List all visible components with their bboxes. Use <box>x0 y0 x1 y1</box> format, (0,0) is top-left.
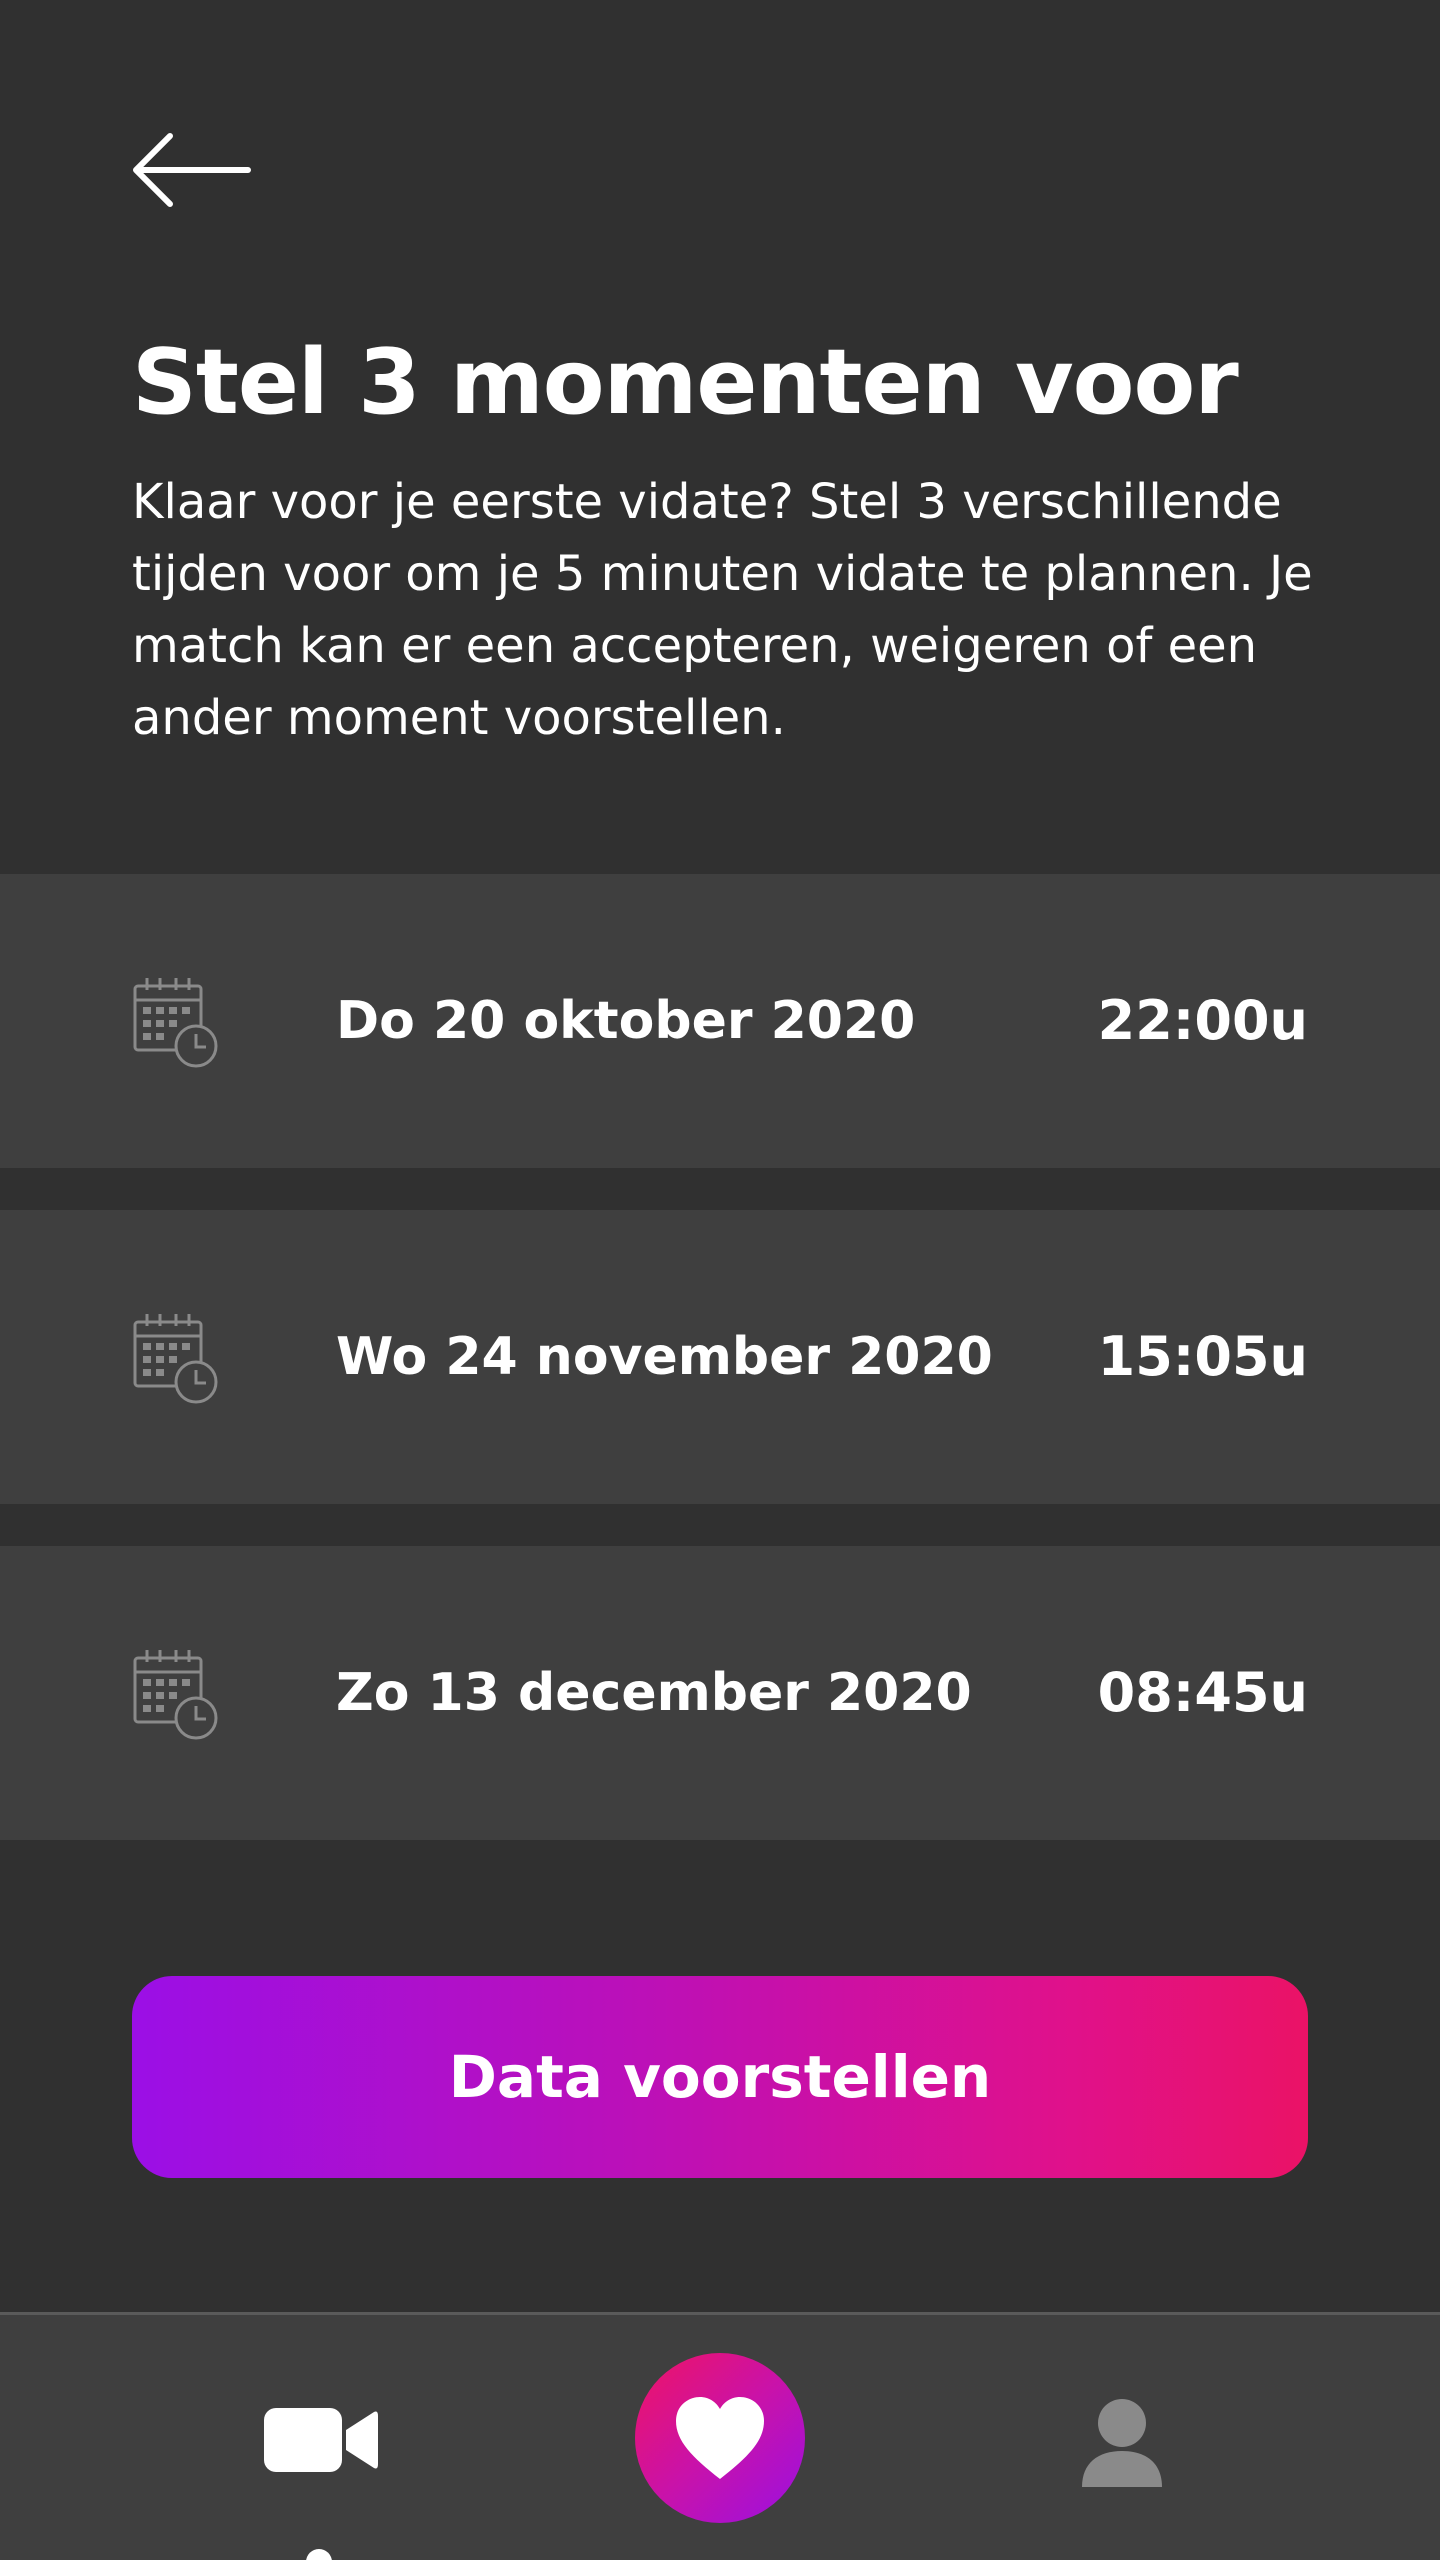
moment-time: 08:45u <box>1097 1661 1308 1724</box>
screen: Stel 3 momenten voor Klaar voor je eerst… <box>0 0 1440 2560</box>
heart-icon <box>676 2397 764 2479</box>
calendar-clock-icon <box>133 978 218 1068</box>
moment-date: Zo 13 december 2020 <box>336 1663 972 1723</box>
intro-text: Klaar voor je eerste vidate? Stel 3 vers… <box>132 474 1313 746</box>
moment-date: Do 20 oktober 2020 <box>336 991 916 1051</box>
bottom-nav <box>0 2312 1440 2560</box>
moment-time: 22:00u <box>1097 989 1308 1052</box>
calendar-clock-icon <box>133 1314 218 1404</box>
user-icon <box>1082 2399 1162 2487</box>
arrow-left-icon <box>133 133 251 207</box>
active-indicator-dot <box>306 2549 332 2560</box>
nav-item-matches[interactable] <box>635 2353 805 2523</box>
back-button[interactable] <box>130 130 252 210</box>
nav-item-video[interactable] <box>260 2400 380 2480</box>
moment-date: Wo 24 november 2020 <box>336 1327 993 1387</box>
moment-row-2[interactable]: Wo 24 november 2020 15:05u <box>0 1210 1440 1504</box>
moment-time: 15:05u <box>1097 1325 1308 1388</box>
page-title: Stel 3 momenten voor <box>132 330 1239 435</box>
submit-dates-button[interactable]: Data voorstellen <box>132 1976 1308 2178</box>
moment-row-1[interactable]: Do 20 oktober 2020 22:00u <box>0 874 1440 1168</box>
calendar-clock-icon <box>133 1650 218 1740</box>
nav-item-profile[interactable] <box>1080 2397 1164 2487</box>
moment-row-3[interactable]: Zo 13 december 2020 08:45u <box>0 1546 1440 1840</box>
video-camera-icon <box>264 2408 378 2472</box>
